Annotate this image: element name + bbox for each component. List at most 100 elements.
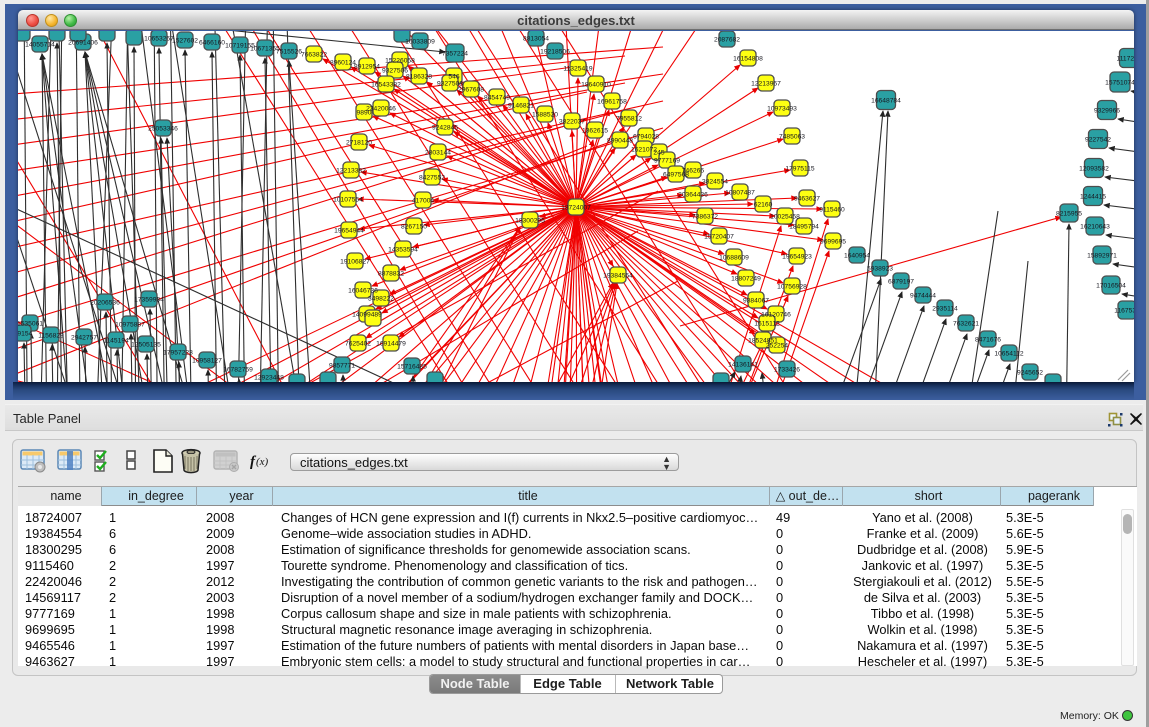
svg-text:1527602: 1527602 bbox=[172, 38, 198, 45]
svg-text:2087682: 2087682 bbox=[714, 37, 740, 44]
svg-text:417004: 417004 bbox=[412, 198, 435, 205]
svg-text:10688609: 10688609 bbox=[719, 255, 749, 262]
svg-text:1117264: 1117264 bbox=[1116, 56, 1134, 63]
svg-text:2967608: 2967608 bbox=[458, 87, 484, 94]
svg-text:14099489: 14099489 bbox=[352, 312, 382, 319]
svg-text:15892971: 15892971 bbox=[1087, 253, 1117, 260]
svg-text:1733426: 1733426 bbox=[774, 367, 800, 374]
svg-text:18807249: 18807249 bbox=[731, 276, 761, 283]
svg-text:39154: 39154 bbox=[18, 331, 33, 338]
svg-text:(x): (x) bbox=[256, 456, 269, 468]
svg-text:14055714: 14055714 bbox=[25, 42, 55, 49]
svg-text:7357224: 7357224 bbox=[442, 51, 468, 58]
svg-text:16120746: 16120746 bbox=[761, 312, 791, 319]
svg-text:16782759: 16782759 bbox=[223, 367, 253, 374]
svg-text:8454749: 8454749 bbox=[484, 95, 510, 102]
svg-text:15226058: 15226058 bbox=[385, 58, 415, 65]
svg-text:2718120: 2718120 bbox=[346, 140, 372, 147]
svg-text:7663822: 7663822 bbox=[301, 52, 327, 59]
svg-text:12505135: 12505135 bbox=[131, 342, 161, 349]
svg-text:14353594: 14353594 bbox=[388, 247, 418, 254]
svg-text:1145194: 1145194 bbox=[103, 338, 129, 345]
svg-text:25053346: 25053346 bbox=[148, 126, 178, 133]
svg-text:6879197: 6879197 bbox=[888, 279, 914, 286]
svg-text:6794028: 6794028 bbox=[633, 134, 659, 141]
svg-text:7625402: 7625402 bbox=[345, 341, 371, 348]
svg-text:1588520: 1588520 bbox=[532, 112, 558, 119]
svg-text:7485063: 7485063 bbox=[779, 134, 805, 141]
svg-text:1640954: 1640954 bbox=[844, 253, 870, 260]
svg-text:20691406: 20691406 bbox=[68, 40, 98, 47]
svg-text:20364436: 20364436 bbox=[678, 192, 708, 199]
svg-text:3822037: 3822037 bbox=[559, 119, 585, 126]
svg-text:10654112: 10654112 bbox=[994, 351, 1024, 358]
svg-text:16154808: 16154808 bbox=[733, 56, 763, 63]
svg-text:19384554: 19384554 bbox=[603, 273, 633, 280]
svg-text:1362615: 1362615 bbox=[582, 128, 608, 135]
svg-text:2935114: 2935114 bbox=[932, 306, 958, 313]
svg-text:18300295: 18300295 bbox=[515, 218, 545, 225]
svg-text:5938923: 5938923 bbox=[867, 266, 893, 273]
svg-text:10107554: 10107554 bbox=[333, 197, 363, 204]
svg-text:9463627: 9463627 bbox=[794, 196, 820, 203]
svg-text:19106827: 19106827 bbox=[340, 259, 370, 266]
svg-text:9474444: 9474444 bbox=[910, 293, 936, 300]
svg-text:1615112: 1615112 bbox=[754, 321, 780, 328]
svg-text:8912954: 8912954 bbox=[354, 64, 380, 71]
svg-text:15751074: 15751074 bbox=[1105, 80, 1134, 87]
svg-text:17359934: 17359934 bbox=[134, 297, 164, 304]
svg-text:15716485: 15716485 bbox=[397, 364, 427, 371]
svg-text:1156829: 1156829 bbox=[38, 333, 64, 340]
svg-text:62160: 62160 bbox=[754, 202, 773, 209]
svg-text:9242845: 9242845 bbox=[432, 125, 458, 132]
svg-text:8186328: 8186328 bbox=[406, 74, 432, 81]
svg-text:19654944: 19654944 bbox=[334, 228, 364, 235]
svg-text:9115460: 9115460 bbox=[819, 207, 845, 214]
svg-text:6466160: 6466160 bbox=[199, 40, 225, 47]
svg-text:8215955: 8215955 bbox=[1056, 211, 1082, 218]
svg-text:10973493: 10973493 bbox=[767, 106, 797, 113]
svg-text:11325419: 11325419 bbox=[563, 66, 593, 73]
svg-text:9245652: 9245652 bbox=[1017, 370, 1043, 377]
svg-text:245: 245 bbox=[653, 150, 664, 157]
svg-text:9327506: 9327506 bbox=[382, 68, 408, 75]
svg-text:7955812: 7955812 bbox=[616, 116, 642, 123]
svg-text:16914479: 16914479 bbox=[376, 341, 406, 348]
svg-text:2803144: 2803144 bbox=[425, 150, 451, 157]
svg-text:12213967: 12213967 bbox=[751, 81, 781, 88]
svg-text:18724007: 18724007 bbox=[561, 205, 591, 212]
svg-text:9777169: 9777169 bbox=[654, 158, 680, 165]
svg-text:16210643: 16210643 bbox=[1080, 224, 1110, 231]
svg-text:7632621: 7632621 bbox=[953, 321, 979, 328]
svg-text:8267150: 8267150 bbox=[401, 224, 427, 231]
svg-text:8960124: 8960124 bbox=[330, 60, 356, 67]
svg-text:8427552: 8427552 bbox=[419, 175, 445, 182]
svg-text:10807487: 10807487 bbox=[725, 190, 755, 197]
svg-text:8990448: 8990448 bbox=[607, 138, 633, 145]
svg-text:9890: 9890 bbox=[357, 110, 372, 117]
svg-text:16543382: 16543382 bbox=[371, 82, 401, 89]
svg-text:1244415: 1244415 bbox=[1080, 194, 1106, 201]
svg-text:10653267: 10653267 bbox=[144, 36, 174, 43]
svg-text:7515526: 7515526 bbox=[276, 49, 302, 56]
svg-text:8813054: 8813054 bbox=[523, 36, 549, 43]
svg-text:17016504: 17016504 bbox=[1096, 283, 1126, 290]
svg-text:10756928: 10756928 bbox=[777, 284, 807, 291]
svg-text:12093582: 12093582 bbox=[1079, 166, 1109, 173]
svg-text:16033809: 16033809 bbox=[405, 39, 435, 46]
svg-text:8471676: 8471676 bbox=[975, 337, 1001, 344]
svg-text:16046736: 16046736 bbox=[348, 288, 378, 295]
svg-text:9884067: 9884067 bbox=[743, 298, 769, 305]
svg-text:14136141: 14136141 bbox=[728, 362, 758, 369]
svg-text:16648784: 16648784 bbox=[871, 98, 901, 105]
svg-text:18640910: 18640910 bbox=[581, 82, 611, 89]
svg-text:17957223: 17957223 bbox=[163, 350, 193, 357]
svg-text:9146821: 9146821 bbox=[508, 103, 534, 110]
svg-text:2942757: 2942757 bbox=[71, 335, 97, 342]
svg-text:9699695: 9699695 bbox=[820, 239, 846, 246]
svg-text:1167533: 1167533 bbox=[1114, 308, 1134, 315]
svg-text:3498222: 3498222 bbox=[368, 296, 394, 303]
svg-text:746266: 746266 bbox=[682, 168, 705, 175]
svg-text:10025458: 10025458 bbox=[770, 214, 800, 221]
svg-text:546: 546 bbox=[448, 74, 459, 81]
